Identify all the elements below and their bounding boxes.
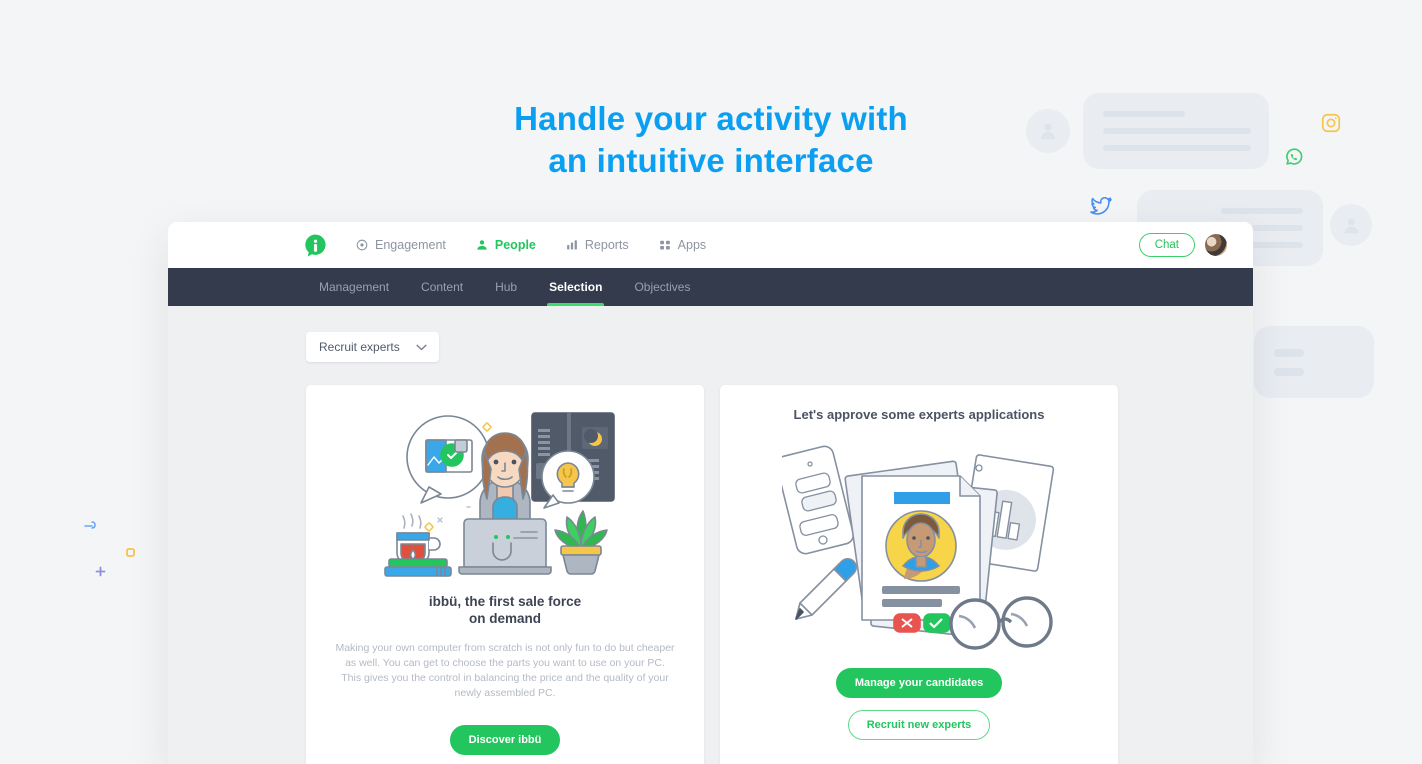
secondary-nav: Management Content Hub Selection Objecti… bbox=[168, 268, 1253, 306]
topbar-actions: Chat bbox=[1138, 233, 1227, 257]
ghost-line bbox=[1221, 208, 1303, 214]
ghost-line bbox=[1274, 367, 1304, 376]
user-avatar[interactable] bbox=[1205, 234, 1227, 256]
primary-nav: Engagement People Reports Apps bbox=[356, 238, 706, 252]
manage-candidates-button[interactable]: Manage your candidates bbox=[835, 668, 1003, 698]
tab-objectives[interactable]: Objectives bbox=[618, 268, 706, 306]
ghost-line bbox=[1251, 242, 1303, 248]
plus-mark bbox=[95, 564, 106, 582]
ibbu-card-body: Making your own computer from scratch is… bbox=[335, 642, 675, 699]
recruit-new-experts-button[interactable]: Recruit new experts bbox=[847, 710, 991, 740]
tab-content[interactable]: Content bbox=[405, 268, 479, 306]
page-title-line-2: an intuitive interface bbox=[548, 142, 874, 179]
tab-selection[interactable]: Selection bbox=[533, 268, 618, 306]
app-window: Engagement People Reports Apps Chat Mana… bbox=[168, 222, 1253, 764]
approve-card: Let's approve some experts applications bbox=[720, 385, 1118, 764]
nav-item-label: Engagement bbox=[375, 238, 446, 252]
app-content: Recruit experts ibbü, the first sale for… bbox=[168, 306, 1253, 764]
ghost-line bbox=[1274, 348, 1304, 357]
nav-item-label: Apps bbox=[677, 238, 707, 252]
page-root: Handle your activity with an intuitive i… bbox=[0, 0, 1422, 764]
ghost-bubble-3 bbox=[1254, 326, 1374, 398]
target-icon bbox=[356, 239, 368, 251]
tab-management[interactable]: Management bbox=[303, 268, 405, 306]
ghost-avatar-mid bbox=[1330, 204, 1372, 246]
page-title: Handle your activity with an intuitive i… bbox=[0, 98, 1422, 182]
nav-item-reports[interactable]: Reports bbox=[566, 238, 629, 252]
bar-chart-icon bbox=[566, 239, 578, 251]
nav-item-engagement[interactable]: Engagement bbox=[356, 238, 446, 252]
iadvize-logo[interactable] bbox=[303, 233, 328, 258]
dropdown-value: Recruit experts bbox=[319, 340, 400, 354]
nav-item-apps[interactable]: Apps bbox=[659, 238, 707, 252]
nav-item-label: Reports bbox=[584, 238, 629, 252]
grid-icon bbox=[659, 239, 671, 251]
ghost-line bbox=[1251, 225, 1303, 231]
squiggle-mark bbox=[84, 520, 102, 539]
woman-at-laptop-illustration bbox=[334, 407, 676, 579]
ibbu-card-title: ibbü, the first sale force on demand bbox=[334, 593, 676, 627]
ibbu-card: ibbü, the first sale force on demand Mak… bbox=[306, 385, 704, 764]
person-icon bbox=[476, 239, 488, 251]
resume-documents-illustration bbox=[748, 436, 1090, 650]
tab-hub[interactable]: Hub bbox=[479, 268, 533, 306]
approve-card-heading: Let's approve some experts applications bbox=[793, 407, 1045, 422]
ibbu-card-title-line-2: on demand bbox=[468, 611, 541, 626]
nav-item-people[interactable]: People bbox=[476, 238, 536, 252]
page-title-line-1: Handle your activity with bbox=[514, 100, 908, 137]
app-topbar: Engagement People Reports Apps Chat bbox=[168, 222, 1253, 268]
dot-mark bbox=[126, 544, 135, 562]
person-glyph bbox=[1344, 218, 1358, 233]
chevron-down-icon bbox=[416, 340, 427, 354]
twitter-icon bbox=[1089, 194, 1113, 223]
cards-row: ibbü, the first sale force on demand Mak… bbox=[306, 385, 1253, 764]
ibbu-card-title-line-1: ibbü, the first sale force bbox=[428, 594, 582, 609]
nav-item-label: People bbox=[494, 238, 536, 252]
chat-button[interactable]: Chat bbox=[1138, 233, 1195, 257]
recruit-experts-dropdown[interactable]: Recruit experts bbox=[306, 332, 439, 362]
discover-ibbu-button[interactable]: Discover ibbü bbox=[449, 725, 561, 755]
